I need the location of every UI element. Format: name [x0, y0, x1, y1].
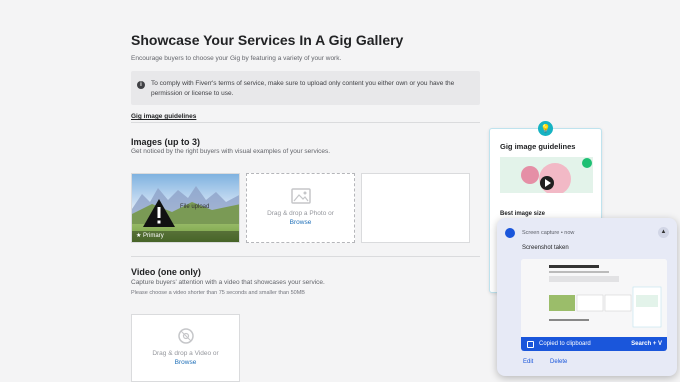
guidelines-card-title: Gig image guidelines [500, 142, 576, 151]
guidelines-card-subtitle: Best image size [500, 211, 546, 217]
divider [131, 256, 480, 257]
screenshot-notification[interactable]: Screen capture • now ▲ Screenshot taken … [497, 218, 677, 376]
photo-icon [290, 188, 311, 209]
video-section-subtitle: Capture buyers' attention with a video t… [131, 279, 325, 286]
guidelines-thumbnail [500, 157, 593, 205]
video-dropzone-text: Drag & drop a Video or [152, 350, 219, 357]
primary-label: Primary [143, 233, 164, 239]
video-browse-link[interactable]: Browse [132, 358, 239, 367]
clipboard-bar: Copied to clipboard Search + V [521, 337, 667, 351]
notice-text: To comply with Fiverr's terms of service… [151, 80, 455, 97]
image-tile-primary[interactable]: File upload ★ Primary [131, 173, 240, 243]
file-upload-text: File upload [180, 204, 210, 210]
photo-dropzone[interactable]: Drag & drop a Photo or Browse [246, 173, 355, 243]
gig-image-guidelines-link[interactable]: Gig image guidelines [131, 113, 196, 120]
video-section-title: Video (one only) [131, 267, 201, 277]
clipboard-label: Copied to clipboard [539, 341, 591, 347]
primary-badge: ★ Primary [132, 231, 239, 242]
video-icon [176, 327, 196, 350]
video-dropzone[interactable]: Drag & drop a Video or Browse [131, 314, 240, 382]
warning-icon [142, 198, 176, 233]
tos-notice: i To comply with Fiverr's terms of servi… [131, 71, 480, 105]
images-section-subtitle: Get noticed by the right buyers with vis… [131, 148, 331, 155]
notification-app-label: Screen capture • now [522, 230, 575, 236]
page-title: Showcase Your Services In A Gig Gallery [131, 32, 404, 48]
info-icon: i [137, 81, 145, 89]
photo-dropzone-text: Drag & drop a Photo or [267, 210, 334, 217]
screen-capture-icon [505, 228, 515, 238]
images-section-title: Images (up to 3) [131, 137, 201, 147]
delete-button[interactable]: Delete [550, 359, 567, 365]
clipboard-icon [527, 341, 534, 348]
video-section-note: Please choose a video shorter than 75 se… [131, 290, 305, 296]
notification-message: Screenshot taken [522, 245, 569, 251]
page-subtitle: Encourage buyers to choose your Gig by f… [131, 55, 342, 62]
screenshot-preview[interactable]: Copied to clipboard Search + V [521, 259, 667, 351]
photo-browse-link[interactable]: Browse [247, 218, 354, 227]
image-slot-empty[interactable] [361, 173, 470, 243]
divider [131, 122, 480, 123]
edit-button[interactable]: Edit [523, 359, 533, 365]
search-shortcut: Search + V [631, 341, 662, 347]
lightbulb-icon: 💡 [538, 121, 553, 136]
chevron-up-icon[interactable]: ▲ [658, 227, 669, 238]
